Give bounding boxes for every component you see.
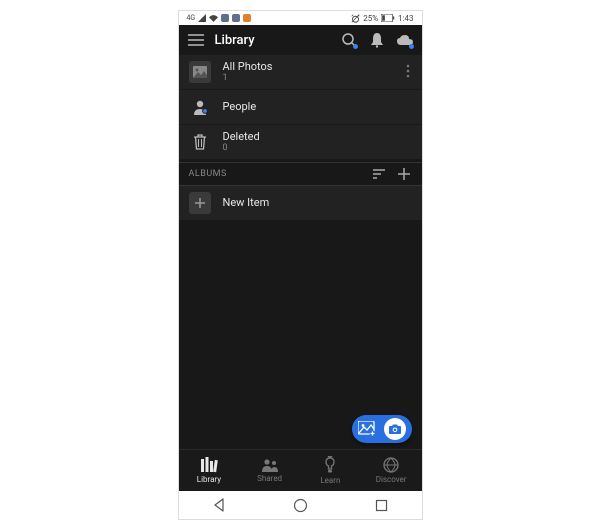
row-count: 0 <box>223 143 412 154</box>
sort-button[interactable] <box>370 166 386 182</box>
more-vertical-icon <box>406 64 410 78</box>
alarm-off-icon <box>351 14 360 23</box>
status-box-3 <box>243 14 251 22</box>
photos-icon <box>189 61 211 83</box>
app-header: Library <box>179 25 422 55</box>
tab-shared[interactable]: Shared <box>239 450 300 491</box>
status-box-2 <box>232 14 240 22</box>
menu-button[interactable] <box>187 31 205 49</box>
learn-icon <box>323 456 337 474</box>
row-deleted[interactable]: Deleted 0 <box>179 125 422 159</box>
tab-library[interactable]: Library <box>179 450 240 491</box>
row-label: All Photos <box>223 60 392 73</box>
row-label: People <box>223 100 412 113</box>
row-more-button[interactable] <box>404 64 412 81</box>
page-title: Library <box>215 33 330 48</box>
badge-dot <box>353 44 358 49</box>
row-label: Deleted <box>223 130 412 143</box>
row-new-item[interactable]: New Item <box>179 186 422 220</box>
bell-icon <box>370 32 384 48</box>
sort-icon <box>371 169 385 179</box>
status-right: 25% 1:43 <box>351 14 413 23</box>
search-button[interactable] <box>340 31 358 49</box>
battery-percent: 25% <box>363 14 378 23</box>
add-photo-fab[interactable] <box>352 415 412 443</box>
add-image-icon <box>358 420 376 438</box>
badge-dot <box>409 44 414 49</box>
shared-icon <box>260 458 280 472</box>
hamburger-icon <box>188 34 204 46</box>
tab-label: Library <box>197 475 221 484</box>
wifi-icon <box>209 15 218 22</box>
camera-icon <box>388 424 402 435</box>
tab-learn[interactable]: Learn <box>300 450 361 491</box>
row-count: 1 <box>223 73 392 84</box>
tab-discover[interactable]: Discover <box>361 450 422 491</box>
add-album-button[interactable] <box>396 166 412 182</box>
cloud-sync-button[interactable] <box>396 31 414 49</box>
lte-icon: 4G <box>187 14 196 22</box>
recents-button[interactable] <box>375 499 388 512</box>
android-nav-bar <box>179 491 422 519</box>
triangle-back-icon <box>212 498 226 512</box>
discover-icon <box>383 457 399 473</box>
camera-button[interactable] <box>384 418 406 440</box>
status-bar: 4G 25% 1:43 <box>179 11 422 25</box>
status-time: 1:43 <box>398 14 413 23</box>
app-body: Library All Photos <box>179 25 422 491</box>
tab-label: Learn <box>320 476 340 485</box>
status-box-1 <box>221 14 229 22</box>
row-label: New Item <box>223 196 412 209</box>
square-recents-icon <box>375 499 388 512</box>
back-button[interactable] <box>212 498 226 512</box>
row-all-photos[interactable]: All Photos 1 <box>179 55 422 89</box>
battery-icon <box>381 14 395 22</box>
section-label: ALBUMS <box>189 169 360 179</box>
signal-icon <box>198 14 206 22</box>
library-icon <box>200 457 218 473</box>
albums-section-header: ALBUMS <box>179 162 422 186</box>
add-icon <box>189 192 211 214</box>
trash-icon <box>189 131 211 153</box>
tab-label: Shared <box>257 474 282 483</box>
tab-label: Discover <box>376 475 407 484</box>
people-icon <box>189 96 211 118</box>
phone-frame: 4G 25% 1:43 Library <box>178 10 423 520</box>
status-left: 4G <box>187 14 252 22</box>
home-button[interactable] <box>293 498 308 513</box>
circle-home-icon <box>293 498 308 513</box>
bottom-tab-bar: Library Shared Learn Discover <box>179 449 422 491</box>
plus-icon <box>194 197 206 209</box>
plus-icon <box>398 168 410 180</box>
row-people[interactable]: People <box>179 90 422 124</box>
notifications-button[interactable] <box>368 31 386 49</box>
